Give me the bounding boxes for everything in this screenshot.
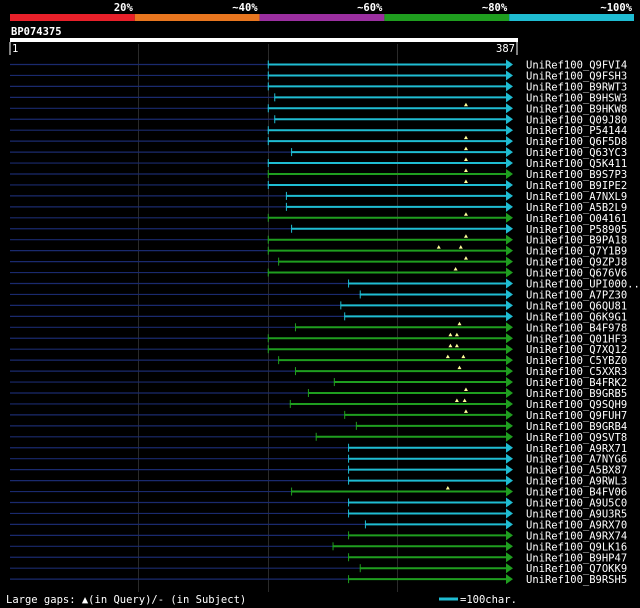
query-gap-marker — [445, 354, 450, 359]
alignment-end-arrow — [506, 453, 513, 464]
query-gap-marker — [462, 398, 467, 402]
query-gap-marker — [463, 234, 468, 238]
alignment-end-arrow — [506, 355, 513, 366]
query-ruler: BP074375 1 387 — [9, 26, 518, 55]
identity-swatch-5 — [509, 14, 634, 21]
scale-label: =100char. — [460, 594, 517, 606]
alignment-end-arrow — [506, 81, 513, 92]
query-start-label: 1 — [12, 43, 18, 55]
alignment-end-arrow — [506, 333, 513, 344]
alignment-end-arrow — [506, 311, 513, 322]
alignment-end-arrow — [506, 563, 513, 574]
alignment-end-arrow — [506, 431, 513, 442]
gap-note: Large gaps: ▲(in Query)/- (in Subject) — [6, 594, 246, 606]
alignment-end-arrow — [506, 508, 513, 519]
alignment-end-arrow — [506, 201, 513, 212]
alignment-end-arrow — [506, 519, 513, 530]
alignment-end-arrow — [506, 212, 513, 223]
query-end-label: 387 — [496, 43, 515, 55]
query-gap-marker — [445, 486, 450, 490]
alignment-end-arrow — [506, 300, 513, 311]
alignment-end-arrow — [506, 245, 513, 256]
query-gap-marker — [463, 146, 468, 151]
query-bar — [10, 38, 518, 42]
hit-rows: UniRef100_Q9FVI4UniRef100_Q9FSH3UniRef10… — [10, 59, 640, 586]
hit-label[interactable]: UniRef100_B9RSH5 — [526, 574, 627, 586]
alignment-end-arrow — [506, 377, 513, 388]
identity-label-2: ~40% — [232, 2, 258, 14]
query-gap-marker — [463, 157, 468, 162]
alignment-end-arrow — [506, 398, 513, 409]
query-gap-marker — [454, 343, 459, 348]
query-gap-marker — [463, 409, 468, 413]
alignment-end-arrow — [506, 114, 513, 125]
query-gap-marker — [463, 256, 468, 260]
alignment-end-arrow — [506, 158, 513, 169]
alignment-end-arrow — [506, 256, 513, 267]
alignment-end-arrow — [506, 366, 513, 377]
query-gap-marker — [454, 398, 459, 402]
alignment-end-arrow — [506, 59, 513, 70]
query-gap-marker — [463, 212, 468, 216]
alignment-end-arrow — [506, 442, 513, 453]
identity-swatch-3 — [259, 14, 385, 21]
alignment-end-arrow — [506, 530, 513, 541]
alignment-end-arrow — [506, 136, 513, 147]
alignment-end-arrow — [506, 125, 513, 136]
alignment-end-arrow — [506, 289, 513, 300]
alignment-end-arrow — [506, 103, 513, 114]
alignment-end-arrow — [506, 190, 513, 201]
query-id: BP074375 — [11, 26, 62, 38]
alignment-overview-chart: 20% ~40% ~60% ~80% ~100% BP074375 1 387 UniR… — [6, 2, 640, 606]
hit-row[interactable]: UniRef100_B9RSH5 — [10, 574, 627, 586]
identity-swatch-2 — [134, 14, 260, 21]
identity-label-5: ~100% — [600, 2, 632, 14]
alignment-end-arrow — [506, 92, 513, 103]
alignment-end-arrow — [506, 475, 513, 486]
alignment-end-arrow — [506, 267, 513, 278]
alignment-end-arrow — [506, 409, 513, 420]
alignment-end-arrow — [506, 420, 513, 431]
alignment-end-arrow — [506, 322, 513, 333]
query-gap-marker — [463, 387, 468, 391]
alignment-end-arrow — [506, 234, 513, 245]
identity-label-3: ~60% — [357, 2, 383, 14]
alignment-end-arrow — [506, 179, 513, 190]
query-gap-marker — [463, 179, 468, 183]
query-gap-marker — [448, 343, 453, 348]
alignment-end-arrow — [506, 552, 513, 563]
query-gap-marker — [463, 135, 468, 140]
query-gap-marker — [436, 245, 441, 249]
alignment-end-arrow — [506, 70, 513, 81]
alignment-end-arrow — [506, 344, 513, 355]
alignment-end-arrow — [506, 169, 513, 179]
alignment-end-arrow — [506, 223, 513, 234]
query-gap-marker — [454, 332, 459, 337]
query-gap-marker — [463, 168, 468, 172]
alignment-end-arrow — [506, 486, 513, 497]
alignment-end-arrow — [506, 278, 513, 289]
query-gap-marker — [453, 267, 458, 271]
alignment-end-arrow — [506, 464, 513, 475]
query-gap-marker — [457, 365, 462, 370]
identity-label-1: 20% — [114, 2, 134, 14]
identity-swatch-1 — [10, 14, 135, 21]
alignment-end-arrow — [506, 497, 513, 508]
footer-legend: Large gaps: ▲(in Query)/- (in Subject) =… — [6, 594, 517, 606]
query-gap-marker — [463, 102, 468, 107]
alignment-end-arrow — [506, 388, 513, 398]
identity-legend: 20% ~40% ~60% ~80% ~100% — [10, 2, 634, 21]
query-gap-marker — [461, 354, 466, 359]
alignment-end-arrow — [506, 147, 513, 158]
alignment-end-arrow — [506, 574, 513, 585]
query-gap-marker — [457, 321, 462, 326]
identity-swatch-4 — [384, 14, 510, 21]
query-gap-marker — [458, 245, 463, 249]
alignment-end-arrow — [506, 541, 513, 552]
query-gap-marker — [448, 332, 453, 337]
identity-label-4: ~80% — [482, 2, 508, 14]
